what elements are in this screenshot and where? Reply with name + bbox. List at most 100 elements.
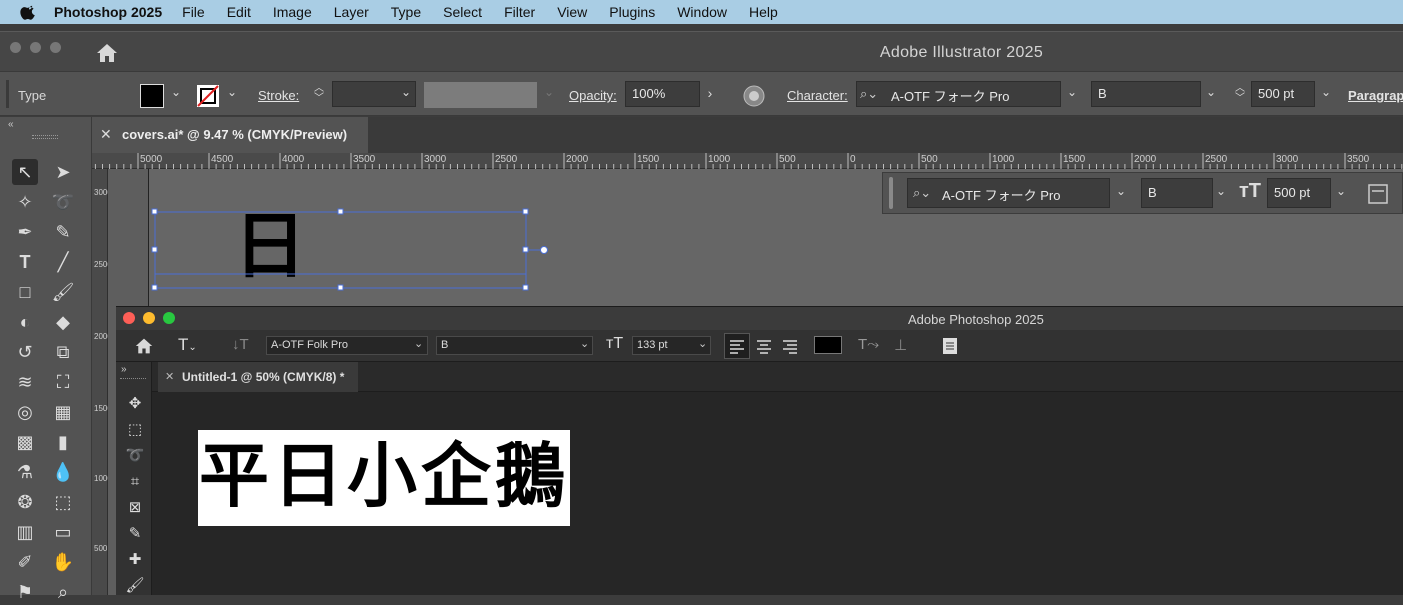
curvature-tool-icon[interactable]: ✎ [50, 219, 76, 245]
align-left-button[interactable] [724, 333, 750, 359]
ps-close-button[interactable] [123, 312, 135, 324]
symbol-sprayer-tool-icon[interactable]: ❂ [12, 489, 38, 515]
menu-window[interactable]: Window [677, 4, 727, 20]
shaper-tool-icon[interactable]: ◐ [12, 309, 38, 335]
align-right-icon[interactable] [778, 334, 802, 358]
direct-selection-tool-icon[interactable]: ➤ [50, 159, 76, 185]
ps-font-family-field[interactable]: A-OTF Folk Pro [266, 336, 428, 355]
stroke-weight-chevron-icon[interactable]: ⌄ [398, 85, 414, 103]
opacity-label[interactable]: Opacity: [569, 88, 617, 103]
move-tool-icon[interactable]: ✥ [124, 393, 146, 415]
healing-brush-tool-icon[interactable]: ✚ [124, 549, 146, 571]
close-tab-icon[interactable]: ✕ [100, 126, 112, 143]
free-transform-tool-icon[interactable]: ⛶ [50, 369, 76, 395]
panel-font-family-chevron-icon[interactable]: ⌄ [1113, 184, 1129, 202]
panel-font-style-chevron-icon[interactable]: ⌄ [1213, 184, 1229, 202]
magic-wand-tool-icon[interactable]: ✧ [12, 189, 38, 215]
font-family-field[interactable]: A-OTF フォーク Pro [856, 81, 1061, 107]
selection-tool-icon[interactable]: ↖ [12, 159, 38, 185]
ps-lasso-tool-icon[interactable]: ➰ [124, 445, 146, 467]
variable-width-profile[interactable] [424, 82, 537, 108]
align-center-icon[interactable] [752, 334, 776, 358]
character-panel-toggle-icon[interactable] [940, 336, 960, 356]
ps-font-size-chevron-icon[interactable]: ⌄ [698, 337, 707, 350]
paragraph-label[interactable]: Paragraph [1348, 88, 1403, 103]
control-bar-grip[interactable] [6, 80, 9, 108]
menu-type[interactable]: Type [391, 4, 421, 20]
stroke-none-swatch-icon[interactable] [196, 84, 220, 108]
collapse-toolbar-icon[interactable]: « [8, 119, 14, 130]
ps-zoom-button[interactable] [163, 312, 175, 324]
menu-select[interactable]: Select [443, 4, 482, 20]
selection-bounding-box[interactable] [150, 206, 550, 296]
recolor-artwork-icon[interactable] [743, 85, 765, 107]
font-size-stepper[interactable]: ︿ ﹀ [1233, 84, 1247, 106]
menu-layer[interactable]: Layer [334, 4, 369, 20]
ps-close-tab-icon[interactable]: ✕ [165, 370, 174, 383]
lasso-tool-icon[interactable]: ➰ [50, 189, 76, 215]
app-menu-name[interactable]: Photoshop 2025 [54, 4, 162, 20]
mesh-tool-icon[interactable]: ▩ [12, 429, 38, 455]
stroke-label[interactable]: Stroke: [258, 88, 299, 103]
character-label[interactable]: Character: [787, 88, 848, 103]
rectangle-tool-icon[interactable]: □ [12, 279, 38, 305]
perspective-grid-tool-icon[interactable]: ▦ [50, 399, 76, 425]
menu-help[interactable]: Help [749, 4, 778, 20]
hand-tool-icon[interactable]: ✋ [50, 549, 76, 575]
3d-text-icon[interactable]: ⊥ [894, 336, 907, 354]
stroke-weight-stepper[interactable]: ︿ ﹀ [312, 84, 326, 106]
vertical-ruler[interactable]: 3000 2500 2000 1500 1000 500 [92, 169, 112, 595]
eraser-tool-icon[interactable]: ◆ [50, 309, 76, 335]
live-paint-tool-icon[interactable]: ⬚ [50, 489, 76, 515]
ps-collapse-toolbar-icon[interactable]: » [121, 364, 127, 375]
menu-plugins[interactable]: Plugins [609, 4, 655, 20]
stroke-dropdown-chevron-icon[interactable]: ⌄ [224, 85, 240, 103]
tab-covers-ai[interactable]: ✕ covers.ai* @ 9.47 % (CMYK/Preview) [92, 117, 368, 153]
gradient-tool-icon[interactable]: ▮ [50, 429, 76, 455]
eyedropper-blend-icon[interactable]: ⚗ [12, 459, 38, 485]
font-search-icon[interactable]: ⌕⌄ [860, 86, 878, 102]
profile-chevron-icon[interactable]: ⌄ [541, 85, 557, 103]
rotate-tool-icon[interactable]: ↺ [12, 339, 38, 365]
artboard-tool-icon[interactable]: ▭ [50, 519, 76, 545]
column-graph-tool-icon[interactable]: ▥ [12, 519, 38, 545]
panel-grip[interactable] [889, 177, 893, 209]
ps-font-style-chevron-icon[interactable]: ⌄ [580, 337, 589, 350]
crop-tool-icon[interactable]: ⌗ [124, 471, 146, 493]
slice-tool-icon[interactable]: ⚑ [12, 579, 38, 605]
opacity-field[interactable]: 100% [625, 81, 700, 107]
document-text[interactable]: 平日小企鵝 [198, 430, 570, 526]
line-tool-icon[interactable]: ╱ [50, 249, 76, 275]
pencil-tool-icon[interactable]: ✐ [12, 549, 38, 575]
type-tool-preset-icon[interactable]: T⌄ [178, 335, 197, 355]
frame-tool-icon[interactable]: ⊠ [124, 497, 146, 519]
font-style-field[interactable]: B [1091, 81, 1201, 107]
brush-tool-icon[interactable]: 🖌 [124, 575, 146, 597]
ps-minimize-button[interactable] [143, 312, 155, 324]
ps-font-style-field[interactable]: B [436, 336, 593, 355]
panel-font-size-field[interactable]: 500 pt [1267, 178, 1331, 208]
font-family-chevron-icon[interactable]: ⌄ [1064, 85, 1080, 103]
zoom-tool-icon[interactable]: ⌕ [50, 579, 76, 605]
opacity-arrow-icon[interactable]: › [702, 85, 718, 103]
type-tool-icon[interactable]: T [12, 249, 38, 275]
warp-text-icon[interactable]: T⤳ [858, 336, 879, 353]
toolbar-grip[interactable] [32, 135, 58, 139]
panel-font-style-field[interactable]: B [1141, 178, 1213, 208]
ps-toolbar-grip[interactable] [120, 378, 146, 380]
eyedropper-tool-icon[interactable]: 💧 [50, 459, 76, 485]
font-style-chevron-icon[interactable]: ⌄ [1203, 85, 1219, 103]
menu-filter[interactable]: Filter [504, 4, 535, 20]
menu-view[interactable]: View [557, 4, 587, 20]
menu-image[interactable]: Image [273, 4, 312, 20]
panel-font-family-field[interactable]: A-OTF フォーク Pro [907, 178, 1110, 208]
ps-eyedropper-tool-icon[interactable]: ✎ [124, 523, 146, 545]
warp-tool-icon[interactable]: ≋ [12, 369, 38, 395]
ps-home-icon[interactable] [134, 337, 154, 355]
panel-font-search-icon[interactable]: ⌕⌄ [913, 185, 931, 201]
ps-font-family-chevron-icon[interactable]: ⌄ [414, 337, 423, 350]
horizontal-ruler[interactable]: 5000 4500 4000 3500 3000 2500 2000 1500 1000 500 0… [92, 153, 1403, 169]
text-orientation-icon[interactable]: ↓T [232, 336, 249, 353]
fill-swatch[interactable] [140, 84, 164, 108]
paintbrush-tool-icon[interactable]: 🖌 [50, 279, 76, 305]
